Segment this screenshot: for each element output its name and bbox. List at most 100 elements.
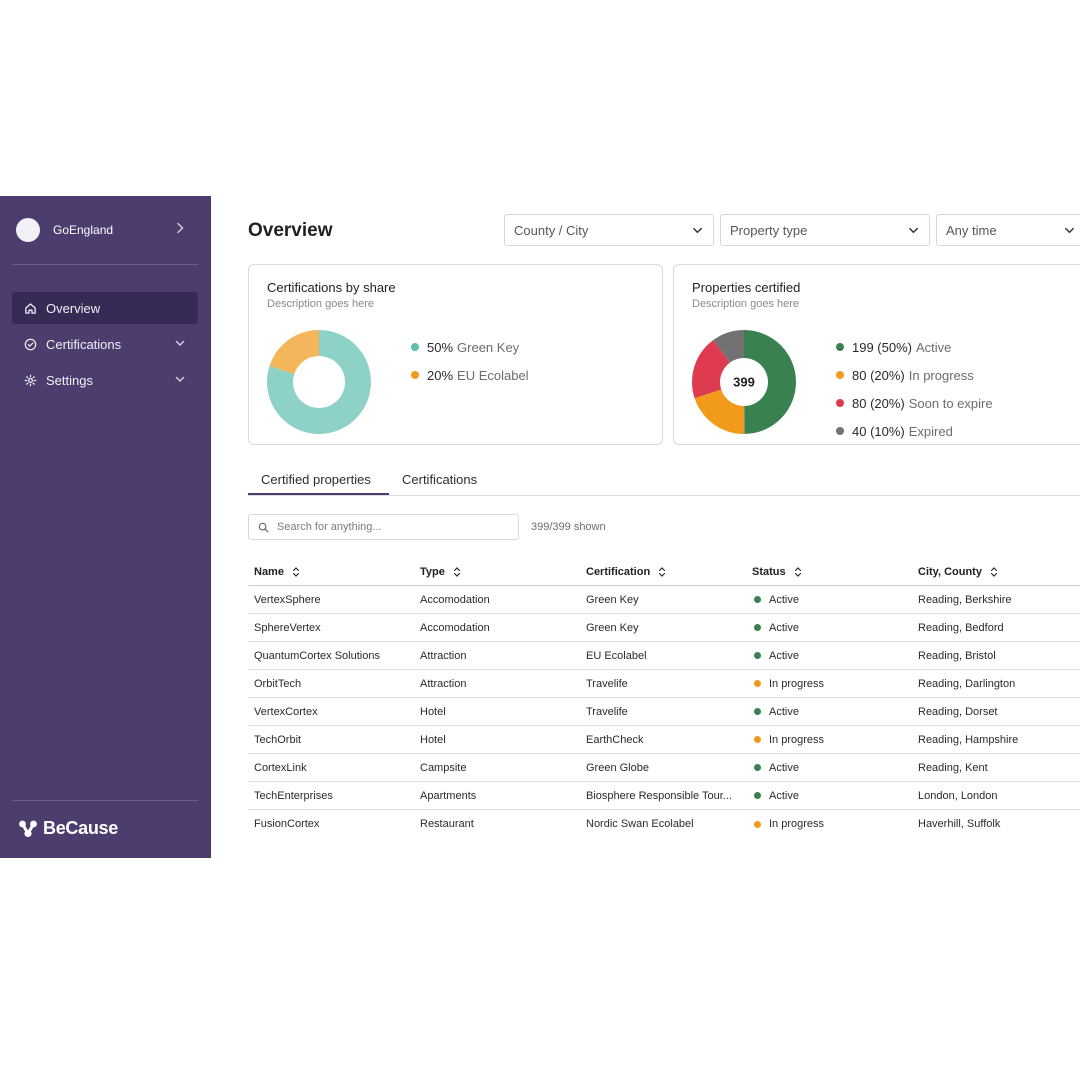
sidebar-divider — [12, 800, 198, 801]
sidebar-item-settings[interactable]: Settings — [12, 364, 198, 396]
legend-dot — [411, 343, 419, 351]
legend-value: 20% — [427, 367, 454, 383]
cell-certification: Travelife — [586, 677, 628, 690]
status-dot — [754, 820, 761, 828]
sidebar-item-overview[interactable]: Overview — [12, 292, 198, 324]
properties-donut-chart: 399 — [692, 330, 796, 434]
legend-label: In progress — [908, 367, 974, 383]
legend-label: Expired — [908, 423, 953, 439]
legend-label: Soon to expire — [908, 395, 993, 411]
tab-certifications[interactable]: Certifications — [402, 472, 477, 487]
status-dot — [754, 652, 761, 659]
table-row[interactable]: SphereVertex Accomodation Green Key Acti… — [248, 614, 1080, 642]
status-dot — [754, 624, 761, 631]
legend-label: EU Ecolabel — [457, 367, 529, 383]
chevron-down-icon — [175, 340, 185, 346]
time-filter[interactable]: Any time — [936, 214, 1080, 246]
table-row[interactable]: TechEnterprises Apartments Biosphere Res… — [248, 782, 1080, 810]
chevron-right-icon — [176, 222, 184, 237]
legend-item: 199 (50%) Active — [836, 333, 993, 361]
cell-name: VertexCortex — [254, 705, 318, 718]
cell-status: In progress — [746, 678, 912, 690]
cell-certification: Nordic Swan Ecolabel — [586, 818, 694, 830]
tab-certified-properties[interactable]: Certified properties — [261, 472, 371, 487]
cell-status: In progress — [746, 734, 912, 746]
donut-total-label: 399 — [733, 375, 755, 390]
cell-certification: Biosphere Responsible Tour... — [586, 789, 732, 802]
results-count: 399/399 shown — [531, 521, 606, 533]
status-label: Active — [769, 705, 799, 718]
legend-item: 80 (20%) Soon to expire — [836, 389, 993, 417]
cell-name: TechOrbit — [254, 733, 302, 746]
cell-type: Attraction — [420, 649, 467, 662]
column-header-certification[interactable]: Certification — [580, 566, 746, 578]
status-label: Active — [769, 761, 799, 774]
sidebar-item-label: Settings — [46, 372, 93, 388]
county-city-filter[interactable]: County / City — [504, 214, 714, 246]
search-icon — [258, 522, 269, 532]
cell-status: Active — [746, 790, 912, 802]
column-header-name[interactable]: Name — [248, 566, 414, 578]
cell-location: Reading, Bedford — [918, 621, 1004, 634]
chevron-down-icon — [1065, 227, 1074, 234]
because-logo-icon — [18, 819, 38, 839]
cell-name: SphereVertex — [254, 621, 321, 634]
legend-value: 80 (20%) — [852, 395, 905, 411]
sidebar-divider — [12, 264, 198, 265]
status-label: Active — [769, 789, 799, 802]
properties-table: Name Type Certification Status City, Cou… — [248, 558, 1080, 838]
table-row[interactable]: QuantumCortex Solutions Attraction EU Ec… — [248, 642, 1080, 670]
table-row[interactable]: VertexSphere Accomodation Green Key Acti… — [248, 586, 1080, 614]
cell-location: London, London — [918, 789, 998, 802]
legend-dot — [836, 371, 844, 379]
chevron-down-icon — [175, 376, 185, 382]
column-header-type[interactable]: Type — [414, 566, 580, 578]
legend-item: 20% EU Ecolabel — [411, 361, 529, 389]
app-window: GoEngland Overview Certifications Settin… — [0, 196, 1080, 858]
sidebar: GoEngland Overview Certifications Settin… — [0, 196, 211, 858]
cell-type: Apartments — [420, 789, 477, 802]
search-input[interactable] — [277, 521, 497, 533]
cell-name: CortexLink — [254, 761, 307, 774]
status-label: In progress — [769, 733, 825, 746]
legend-item: 50% Green Key — [411, 333, 529, 361]
cell-name: VertexSphere — [254, 593, 321, 606]
table-header: Name Type Certification Status City, Cou… — [248, 558, 1080, 586]
legend-item: 80 (20%) In progress — [836, 361, 993, 389]
cell-certification: Green Key — [586, 593, 639, 606]
column-header-label: City, County — [918, 565, 982, 578]
cell-location: Reading, Darlington — [918, 677, 1016, 690]
cell-name: QuantumCortex Solutions — [254, 649, 380, 662]
search-box[interactable] — [248, 514, 519, 540]
table-row[interactable]: FusionCortex Restaurant Nordic Swan Ecol… — [248, 810, 1080, 838]
filter-label: County / City — [514, 222, 589, 238]
legend-value: 199 (50%) — [852, 339, 912, 355]
cell-status: Active — [746, 594, 912, 606]
home-icon — [23, 301, 37, 315]
chevron-down-icon — [693, 227, 702, 234]
status-label: In progress — [769, 818, 825, 830]
chevron-down-icon — [909, 227, 918, 234]
legend-dot — [836, 399, 844, 407]
table-row[interactable]: TechOrbit Hotel EarthCheck In progress R… — [248, 726, 1080, 754]
cell-status: Active — [746, 650, 912, 662]
property-type-filter[interactable]: Property type — [720, 214, 930, 246]
org-switcher[interactable]: GoEngland — [16, 218, 196, 242]
column-header-city-county[interactable]: City, County — [912, 566, 1080, 578]
cell-location: Reading, Hampshire — [918, 733, 1019, 746]
sidebar-nav: Overview Certifications Settings — [12, 292, 198, 400]
cell-status: In progress — [746, 818, 912, 830]
table-row[interactable]: VertexCortex Hotel Travelife Active Read… — [248, 698, 1080, 726]
sort-icon — [453, 566, 460, 577]
cell-location: Reading, Bristol — [918, 649, 996, 662]
table-row[interactable]: CortexLink Campsite Green Globe Active R… — [248, 754, 1080, 782]
share-legend: 50% Green Key 20% EU Ecolabel — [411, 333, 529, 389]
filter-label: Property type — [730, 222, 808, 238]
legend-dot — [836, 343, 844, 351]
sidebar-item-certifications[interactable]: Certifications — [12, 328, 198, 360]
column-header-status[interactable]: Status — [746, 566, 912, 578]
cell-type: Attraction — [420, 677, 467, 690]
table-row[interactable]: OrbitTech Attraction Travelife In progre… — [248, 670, 1080, 698]
legend-value: 50% — [427, 339, 454, 355]
properties-certified-card: Properties certified Description goes he… — [673, 264, 1080, 445]
